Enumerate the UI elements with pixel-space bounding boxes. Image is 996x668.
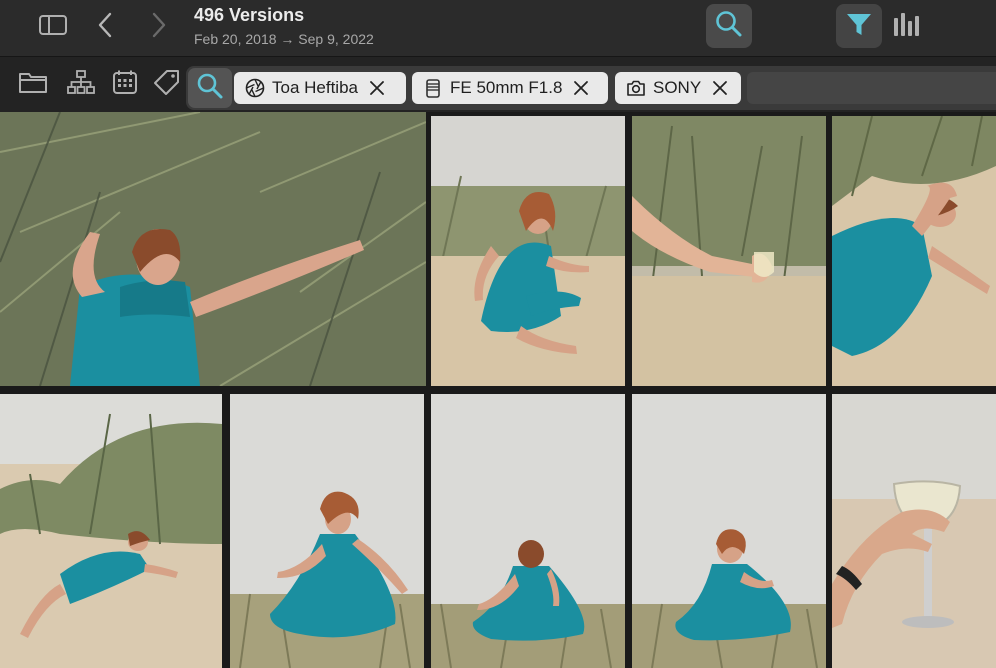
title-block: 496 Versions Feb 20, 2018 → Sep 9, 2022 xyxy=(194,4,374,48)
photo-thumbnail[interactable] xyxy=(431,394,625,668)
chip-label: FE 50mm F1.8 xyxy=(450,78,563,97)
sidebar-toggle-button[interactable] xyxy=(36,12,70,42)
photo-thumbnail[interactable] xyxy=(0,394,222,668)
sidebar-icon xyxy=(38,13,68,42)
library-toolbar: Toa Heftiba FE 50mm F1.8 SONY xyxy=(0,57,996,112)
search-input[interactable] xyxy=(747,72,996,104)
hierarchy-icon xyxy=(67,69,95,100)
filter-icon xyxy=(845,10,873,43)
photo-thumbnail[interactable] xyxy=(0,112,426,386)
search-toggle-button[interactable] xyxy=(706,4,752,48)
chip-label: SONY xyxy=(653,78,702,97)
photo-thumbnail[interactable] xyxy=(230,394,424,668)
search-button[interactable] xyxy=(188,68,232,108)
chevron-right-icon xyxy=(150,12,168,43)
calendar-button[interactable] xyxy=(110,69,140,99)
title-bar: 496 Versions Feb 20, 2018 → Sep 9, 2022 xyxy=(0,0,996,57)
photo-grid xyxy=(0,112,996,668)
folders-button[interactable] xyxy=(18,69,48,99)
search-bar: Toa Heftiba FE 50mm F1.8 SONY xyxy=(186,66,996,110)
camera-icon xyxy=(625,77,647,99)
lens-icon xyxy=(422,77,444,99)
filter-toggle-button[interactable] xyxy=(836,4,882,48)
forward-button[interactable] xyxy=(146,12,172,42)
photo-thumbnail[interactable] xyxy=(632,394,826,668)
folder-icon xyxy=(18,69,48,100)
photo-thumbnail[interactable] xyxy=(431,116,625,386)
close-icon[interactable] xyxy=(366,77,388,99)
page-title: 496 Versions xyxy=(194,5,305,25)
chevron-left-icon xyxy=(96,12,114,43)
filter-chip-camera[interactable]: SONY xyxy=(615,72,741,104)
chip-label: Toa Heftiba xyxy=(272,78,358,97)
hierarchy-button[interactable] xyxy=(66,69,96,99)
aperture-icon xyxy=(244,77,266,99)
filter-chip-lens[interactable]: FE 50mm F1.8 xyxy=(412,72,608,104)
photo-thumbnail[interactable] xyxy=(832,394,996,668)
back-button[interactable] xyxy=(92,12,118,42)
date-range: Feb 20, 2018 → Sep 9, 2022 xyxy=(194,31,374,47)
histogram-icon xyxy=(892,10,924,45)
filter-chip-person[interactable]: Toa Heftiba xyxy=(234,72,406,104)
tag-icon xyxy=(153,68,181,101)
tags-button[interactable] xyxy=(152,69,182,99)
close-icon[interactable] xyxy=(709,77,731,99)
photo-thumbnail[interactable] xyxy=(632,116,826,386)
photo-thumbnail[interactable] xyxy=(832,116,996,386)
close-icon[interactable] xyxy=(570,77,592,99)
search-icon xyxy=(196,72,224,105)
histogram-button[interactable] xyxy=(888,8,928,46)
search-icon xyxy=(714,9,744,44)
calendar-icon xyxy=(112,69,138,100)
